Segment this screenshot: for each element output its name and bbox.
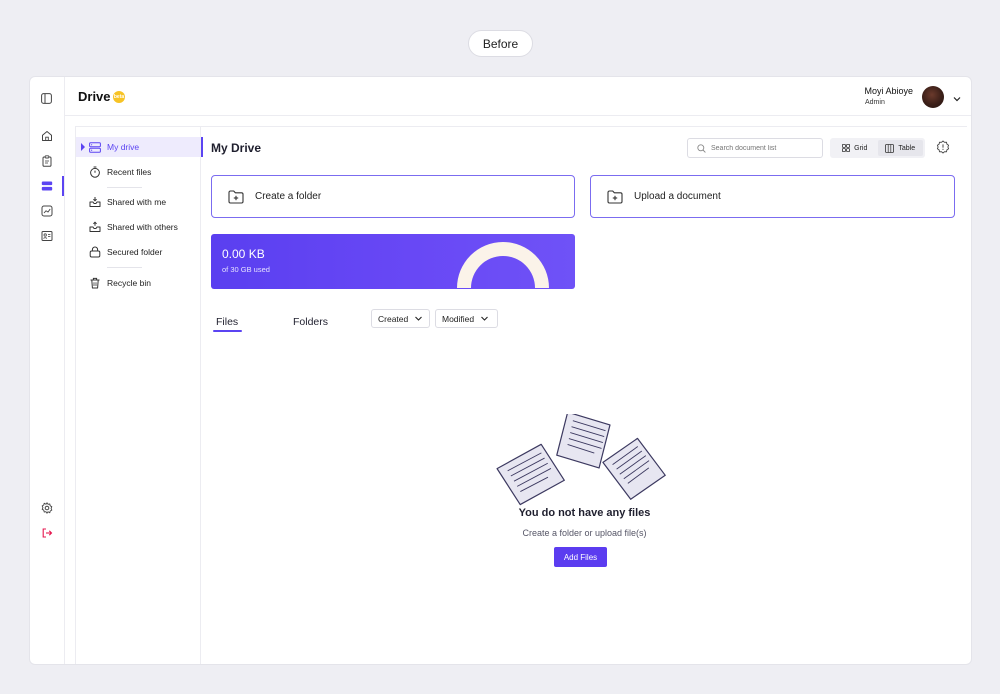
subnav-label: My drive xyxy=(107,142,140,152)
app-window: Drive beta Moyi Abioye Admin My drive Re… xyxy=(29,76,972,665)
settings-icon[interactable] xyxy=(39,500,54,515)
beta-badge: beta xyxy=(113,91,125,103)
main-panel: My Drive Grid Table xyxy=(201,127,968,664)
timer-icon xyxy=(89,166,101,178)
empty-files-illustration xyxy=(496,414,666,506)
subnav-divider xyxy=(107,267,142,268)
home-icon[interactable] xyxy=(39,128,54,143)
sort-modified-dropdown[interactable]: Modified xyxy=(435,309,498,328)
content-area: My drive Recent files Shared with me Sha xyxy=(75,126,968,664)
chevron-down-icon[interactable] xyxy=(952,91,962,109)
storage-gauge xyxy=(457,242,549,288)
before-label: Before xyxy=(468,30,533,57)
top-bar: Drive beta Moyi Abioye xyxy=(65,77,971,116)
trash-icon xyxy=(89,277,101,289)
sort-created-label: Created xyxy=(378,313,409,324)
rail-active-indicator xyxy=(62,176,64,196)
folder-upload-icon xyxy=(607,189,623,204)
contacts-icon[interactable] xyxy=(39,228,54,243)
search-input[interactable] xyxy=(711,144,811,152)
tab-active-indicator xyxy=(213,330,242,332)
page-title: My Drive xyxy=(211,141,262,155)
logout-icon[interactable] xyxy=(39,525,54,540)
storage-used: 0.00 KB xyxy=(222,247,265,261)
drive-subnav: My drive Recent files Shared with me Sha xyxy=(76,127,201,664)
table-view-button[interactable]: Table xyxy=(877,140,923,156)
grid-icon xyxy=(842,144,851,152)
info-icon[interactable] xyxy=(936,140,950,159)
grid-view-button[interactable]: Grid xyxy=(832,140,878,156)
avatar[interactable] xyxy=(922,86,944,108)
search-icon xyxy=(697,143,706,153)
clipboard-icon[interactable] xyxy=(39,153,54,168)
active-caret-icon xyxy=(81,143,85,151)
table-icon xyxy=(885,143,895,153)
storage-subtitle: of 30 GB used xyxy=(222,265,270,274)
subnav-item-shared-with-me[interactable]: Shared with me xyxy=(76,192,200,212)
add-files-button[interactable]: Add Files xyxy=(554,547,607,567)
create-folder-card[interactable]: Create a folder xyxy=(211,175,575,218)
subnav-item-secured-folder[interactable]: Secured folder xyxy=(76,242,200,262)
subnav-item-recycle-bin[interactable]: Recycle bin xyxy=(76,273,200,293)
user-role: Admin xyxy=(865,99,885,106)
tab-folders[interactable]: Folders xyxy=(293,316,328,328)
chevron-down-icon xyxy=(414,314,423,323)
table-view-label: Table xyxy=(898,144,916,152)
sort-created-dropdown[interactable]: Created xyxy=(371,309,430,328)
subnav-item-recent-files[interactable]: Recent files xyxy=(76,162,200,182)
view-toggle: Grid Table xyxy=(830,138,925,158)
chart-icon[interactable] xyxy=(39,203,54,218)
upload-document-label: Upload a document xyxy=(634,191,721,202)
subnav-item-shared-with-others[interactable]: Shared with others xyxy=(76,217,200,237)
grid-view-label: Grid xyxy=(854,144,868,152)
subnav-label: Shared with others xyxy=(107,222,178,232)
empty-state-title: You do not have any files xyxy=(518,507,651,519)
folder-plus-icon xyxy=(228,189,244,204)
lock-icon xyxy=(89,246,101,258)
app-title: Drive xyxy=(78,89,111,104)
subnav-item-my-drive[interactable]: My drive xyxy=(76,137,200,157)
search-box[interactable] xyxy=(687,138,823,158)
user-name: Moyi Abioye xyxy=(864,86,913,96)
subnav-label: Recent files xyxy=(107,167,152,177)
storage-card: 0.00 KB of 30 GB used xyxy=(211,234,575,289)
title-accent xyxy=(201,137,203,157)
subnav-label: Shared with me xyxy=(107,197,167,207)
upload-document-card[interactable]: Upload a document xyxy=(590,175,955,218)
sidebar-toggle-icon[interactable] xyxy=(39,91,54,106)
drive-icon xyxy=(89,141,101,153)
create-folder-label: Create a folder xyxy=(255,191,322,202)
tab-files[interactable]: Files xyxy=(216,316,238,328)
empty-state-subtitle: Create a folder or upload file(s) xyxy=(522,528,647,538)
sort-modified-label: Modified xyxy=(442,313,475,324)
drive-icon[interactable] xyxy=(39,178,54,193)
inbox-icon xyxy=(89,196,101,208)
subnav-divider xyxy=(107,187,142,188)
subnav-label: Secured folder xyxy=(107,247,163,257)
icon-rail xyxy=(30,77,65,664)
chevron-down-icon xyxy=(480,314,489,323)
outbox-icon xyxy=(89,221,101,233)
subnav-label: Recycle bin xyxy=(107,278,151,288)
